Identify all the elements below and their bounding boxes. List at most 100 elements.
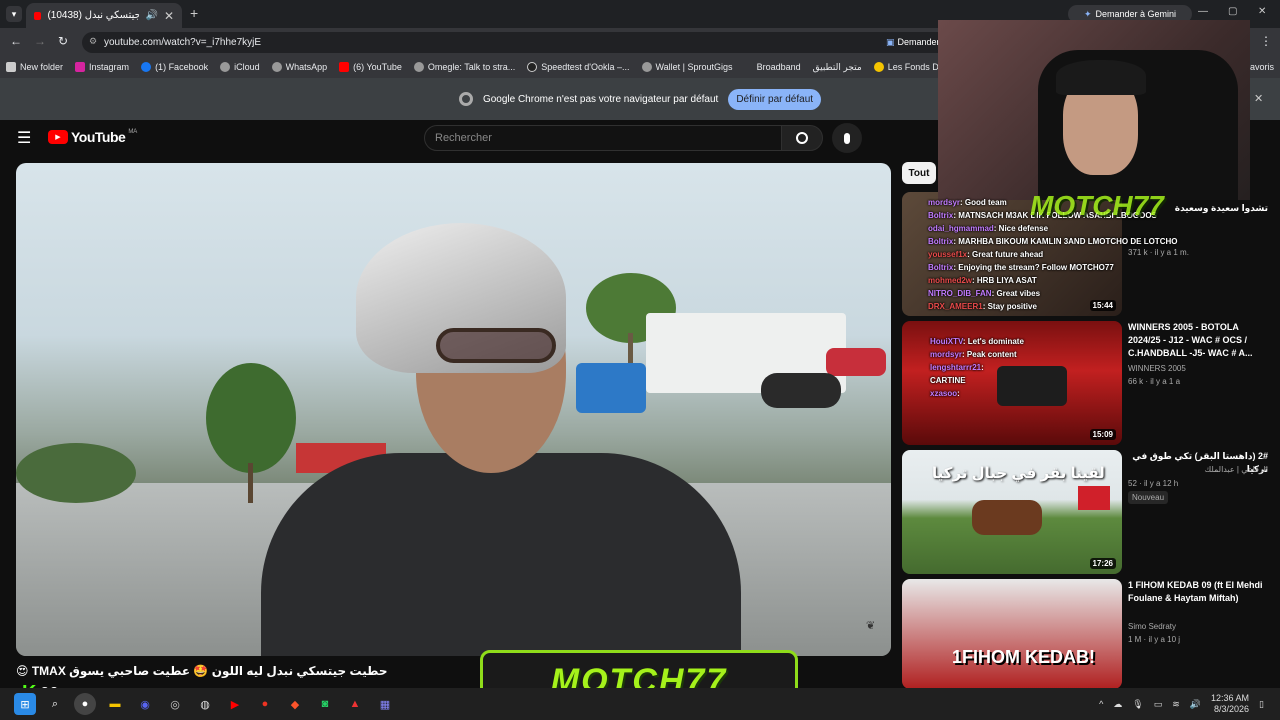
discord-icon[interactable]: ◉ [134,693,156,715]
chevron-up-icon[interactable]: ^ [1099,699,1103,709]
channel-name[interactable]: الرفاعي | عبدالملك [1128,464,1268,476]
bookmark-facebook[interactable]: (1) Facebook [135,62,214,72]
mic-tray-icon[interactable]: 🎙 [1132,699,1143,710]
hamburger-menu-icon[interactable]: ☰ [17,128,31,148]
chat-line: lengshtarrr21: [930,363,984,372]
steam-icon[interactable]: ◎ [164,693,186,715]
wifi-icon[interactable]: ≋ [1172,699,1180,710]
chrome-icon [458,92,473,106]
display-icon[interactable]: ▭ [1154,699,1163,710]
channel-name[interactable]: WINNERS 2005 [1128,363,1268,375]
motorcycle [761,373,841,408]
reload-icon[interactable]: ↻ [58,34,68,48]
tab-list-icon[interactable]: ▾ [6,6,22,22]
app-icon[interactable]: ● [254,693,276,715]
time: 12:36 AM [1211,693,1250,703]
recommendation-meta: 1 M · il y a 10 j [1128,635,1181,644]
youtube-taskbar-icon[interactable]: ▶ [224,693,246,715]
red-car [826,348,886,376]
youtube-logo[interactable]: ▶ YouTube MA [48,129,137,145]
tab-close-icon[interactable]: ✕ [164,9,174,23]
chip-all[interactable]: Tout [902,162,936,184]
maximize-button[interactable]: ▢ [1228,6,1237,17]
thumbnail-text: لقينا بقر في جبال تركيا [932,465,1105,482]
bookmark-broadband[interactable]: Broadband [739,62,807,72]
cow [972,500,1042,535]
video-player[interactable]: ❦ [16,163,891,656]
speedtest-icon [527,62,538,72]
browser-tab[interactable]: (10438) حطيت جيتسكي نبدل 🔊 ✕ [26,3,182,28]
infobar-text: Google Chrome n'est pas votre navigateur… [482,93,719,105]
network-icon[interactable]: ☁ [1113,699,1122,710]
back-arrow-icon[interactable]: ← [10,34,22,48]
bookmark-instagram[interactable]: Instagram [69,62,135,72]
chat-line: xzasoo: [930,389,960,398]
gemini-omnibox-button[interactable]: ▣ Demander [880,33,946,51]
channel-name[interactable]: Simo Sedraty [1128,621,1268,633]
window-close-button[interactable]: ✕ [1258,6,1266,17]
minimize-button[interactable]: — [1198,6,1208,17]
set-default-button[interactable]: Définir par défaut [728,88,822,110]
voice-search-button[interactable] [832,123,862,153]
gemini-label: Demander à Gemini [1095,9,1177,19]
bookmark-youtube[interactable]: (6) YouTube [333,62,408,72]
recommendation-thumbnail[interactable]: 1FIHOM KEDAB! [902,579,1122,689]
site-info-icon[interactable]: ⚙ [89,36,97,47]
tree-trunk [248,463,253,503]
globe-icon [220,62,231,72]
speaker-icon: 🔊 [145,10,158,21]
bookmark-icloud[interactable]: iCloud [214,62,266,72]
search-button[interactable] [781,125,823,151]
brave-icon[interactable]: ◆ [284,693,306,715]
bookmark-sproutgigs[interactable]: Wallet | SproutGigs [636,62,739,72]
chat-line: mordsyr: Peak content [930,350,1017,359]
recommendation-title[interactable]: 1 FIHOM KEDAB 09 (ft El Mehdi Foulane & … [1128,579,1268,605]
microphone-icon [844,132,850,144]
start-icon[interactable]: ⊞ [14,693,36,715]
tree [16,443,136,503]
gemini-short-label: Demander [897,37,940,47]
chat-line: CARTINE [930,376,966,385]
bookmark-new-folder[interactable]: New folder [0,62,69,72]
app-icon[interactable]: ▲ [344,693,366,715]
search-icon[interactable]: ⌕ [44,693,66,715]
bookmark-whatsapp[interactable]: WhatsApp [266,62,334,72]
folder-icon [6,62,16,72]
new-tab-button[interactable]: + [190,5,198,21]
region-code: MA [128,129,138,135]
webcam-overlay [938,20,1250,200]
bookmark-omegle[interactable]: Omegle: Talk to stra... [408,62,521,72]
bookmark-speedtest[interactable]: Speedtest d'Ookla –... [521,62,635,72]
recommendation-meta: 66 k · il y a 1 a [1128,377,1181,386]
recommendation-title[interactable]: WINNERS 2005 - BOTOLA 2024/25 - J12 - WA… [1128,321,1268,360]
search-icon [796,132,808,144]
menu-dots-icon[interactable]: ⋮ [1260,34,1272,48]
taskbar: ⊞ ⌕ ● ▬ ◉ ◎ ◍ ▶ ● ◆ ◙ ▲ ▦ ^ ☁ 🎙 ▭ ≋ 🔊 12… [0,688,1280,720]
chrome-taskbar-icon[interactable]: ● [74,693,96,715]
app-icon[interactable]: ▦ [374,693,396,715]
recommendation-thumbnail[interactable]: لقينا بقر في جبال تركيا 17:26 [902,450,1122,574]
date: 8/3/2026 [1214,704,1250,714]
notification-icon[interactable]: ▯ [1259,699,1264,710]
chat-line: DRX_AMEER1: Stay positive [928,302,1037,311]
forward-arrow-icon[interactable]: → [34,34,46,48]
infobar-close-icon[interactable]: ✕ [1254,92,1263,105]
clock[interactable]: 12:36 AM 8/3/2026 [1211,693,1249,715]
rider-body [261,453,741,656]
address-bar[interactable]: ⚙ youtube.com/watch?v=_i7hhe7kyjE [82,32,982,53]
chat-line: Boltrix: Enjoying the stream? Follow MOT… [928,263,1114,272]
youtube-favicon-icon [34,11,42,20]
search-input[interactable]: Rechercher [424,125,782,151]
globe-icon [641,62,652,72]
file-explorer-icon[interactable]: ▬ [104,693,126,715]
chat-line: mohmed2w: HRB LIYA ASAT [928,276,1037,285]
gemini-small-icon: ▣ [886,36,895,47]
gemini-icon: ✦ [1083,8,1092,19]
tree [206,363,296,473]
watermark-icon: ❦ [866,620,876,632]
whatsapp-icon[interactable]: ◙ [314,693,336,715]
volume-icon[interactable]: 🔊 [1190,699,1201,710]
obs-icon[interactable]: ◍ [194,693,216,715]
emoji-icon [873,62,884,72]
bookmark-app-store[interactable]: متجر التطبيق [807,62,868,73]
